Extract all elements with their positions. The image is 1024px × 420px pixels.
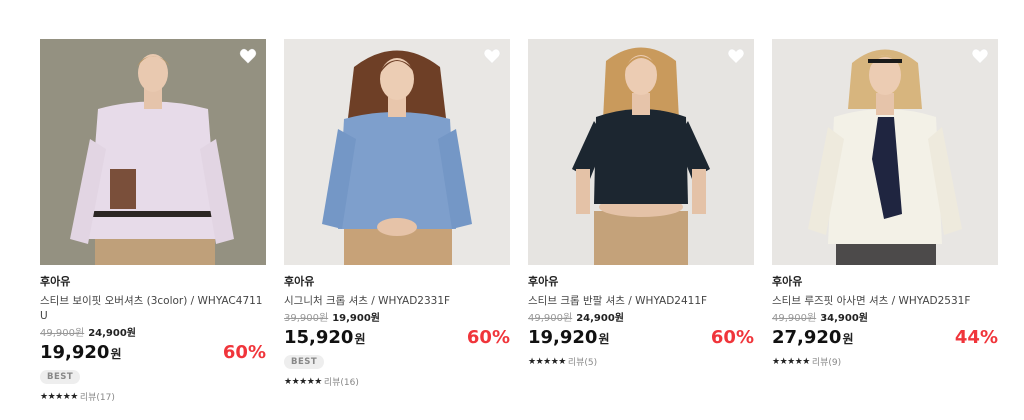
price-history: 49,900원 24,900원 — [528, 312, 754, 325]
price-history: 49,900원 34,900원 — [772, 312, 998, 325]
previous-price: 34,900원 — [820, 313, 868, 324]
price-row: 19,920원 60% — [528, 327, 754, 349]
product-card[interactable]: 후아유 스티브 보이핏 오버셔츠 (3color) / WHYAC4711U 4… — [40, 39, 266, 403]
previous-price: 24,900원 — [576, 313, 624, 324]
review-summary[interactable]: ★★★★★ 리뷰(9) — [772, 355, 998, 369]
sale-price: 15,920 — [284, 327, 354, 348]
heart-icon[interactable] — [483, 48, 501, 64]
discount-rate: 60% — [466, 327, 510, 348]
product-brand[interactable]: 후아유 — [528, 275, 754, 289]
discount-rate: 60% — [222, 342, 266, 363]
price-row: 19,920원 60% — [40, 342, 266, 364]
product-brand[interactable]: 후아유 — [284, 275, 510, 289]
original-price: 39,900원 — [284, 313, 329, 324]
product-image[interactable] — [284, 39, 510, 265]
product-name[interactable]: 시그니처 크롭 셔츠 / WHYAD2331F — [284, 294, 510, 309]
product-brand[interactable]: 후아유 — [40, 275, 266, 289]
currency-label: 원 — [354, 332, 366, 346]
currency-label: 원 — [598, 332, 610, 346]
review-count: 리뷰(5) — [567, 358, 598, 368]
product-photo — [284, 39, 510, 265]
product-name[interactable]: 스티브 보이핏 오버셔츠 (3color) / WHYAC4711U — [40, 294, 266, 324]
sale-price: 27,920 — [772, 327, 842, 348]
discount-rate: 44% — [954, 327, 998, 348]
product-name[interactable]: 스티브 크롭 반팔 셔츠 / WHYAD2411F — [528, 294, 754, 309]
product-photo — [528, 39, 754, 265]
star-rating-icon: ★★★★★ — [40, 391, 78, 402]
product-card[interactable]: 후아유 스티브 루즈핏 아사면 셔츠 / WHYAD2531F 49,900원 3… — [772, 39, 998, 403]
review-summary[interactable]: ★★★★★ 리뷰(5) — [528, 355, 754, 369]
star-rating-icon: ★★★★★ — [528, 356, 566, 367]
currency-label: 원 — [110, 347, 122, 361]
price-row: 27,920원 44% — [772, 327, 998, 349]
heart-icon[interactable] — [971, 48, 989, 64]
review-summary[interactable]: ★★★★★ 리뷰(17) — [40, 390, 266, 404]
product-name[interactable]: 스티브 루즈핏 아사면 셔츠 / WHYAD2531F — [772, 294, 998, 309]
star-rating-icon: ★★★★★ — [284, 376, 322, 387]
price-history: 49,900원 24,900원 — [40, 327, 266, 340]
product-photo — [772, 39, 998, 265]
original-price: 49,900원 — [528, 313, 573, 324]
currency-label: 원 — [842, 332, 854, 346]
heart-icon[interactable] — [727, 48, 745, 64]
best-badge: BEST — [284, 355, 325, 369]
best-badge: BEST — [40, 370, 81, 384]
original-price: 49,900원 — [40, 328, 85, 339]
previous-price: 24,900원 — [88, 328, 136, 339]
review-count: 리뷰(17) — [79, 393, 115, 403]
product-card[interactable]: 후아유 시그니처 크롭 셔츠 / WHYAD2331F 39,900원 19,90… — [284, 39, 510, 403]
original-price: 49,900원 — [772, 313, 817, 324]
product-grid: 후아유 스티브 보이핏 오버셔츠 (3color) / WHYAC4711U 4… — [40, 39, 998, 403]
product-photo — [40, 39, 266, 265]
sale-price: 19,920 — [40, 342, 110, 363]
star-rating-icon: ★★★★★ — [772, 356, 810, 367]
review-count: 리뷰(16) — [323, 378, 359, 388]
previous-price: 19,900원 — [332, 313, 380, 324]
review-summary[interactable]: ★★★★★ 리뷰(16) — [284, 375, 510, 389]
product-card[interactable]: 후아유 스티브 크롭 반팔 셔츠 / WHYAD2411F 49,900원 24,… — [528, 39, 754, 403]
product-image[interactable] — [772, 39, 998, 265]
product-brand[interactable]: 후아유 — [772, 275, 998, 289]
review-count: 리뷰(9) — [811, 358, 842, 368]
product-image[interactable] — [40, 39, 266, 265]
product-image[interactable] — [528, 39, 754, 265]
sale-price: 19,920 — [528, 327, 598, 348]
price-row: 15,920원 60% — [284, 327, 510, 349]
price-history: 39,900원 19,900원 — [284, 312, 510, 325]
heart-icon[interactable] — [239, 48, 257, 64]
discount-rate: 60% — [710, 327, 754, 348]
